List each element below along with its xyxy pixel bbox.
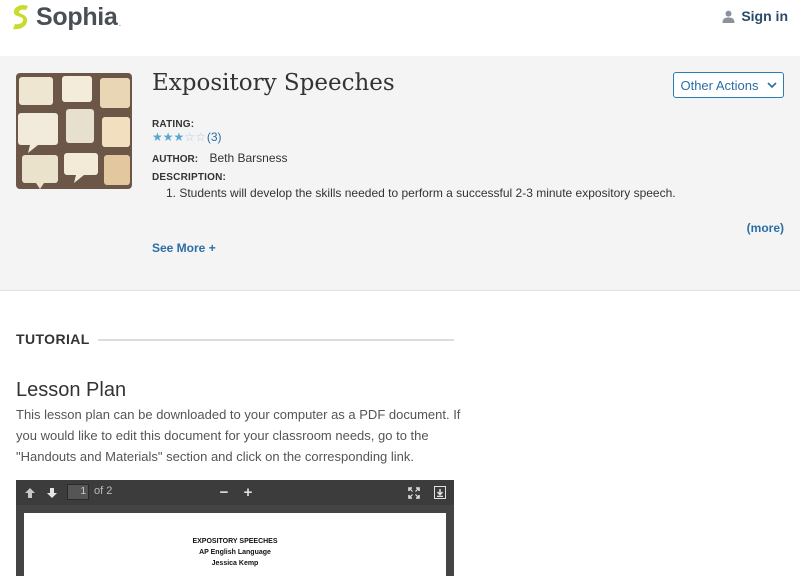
previous-page-button[interactable] [22, 484, 38, 501]
sign-in-label: Sign in [741, 8, 788, 24]
page-number-input[interactable]: 1 [67, 484, 89, 500]
author-row: AUTHOR: Beth Barsness [152, 151, 288, 165]
other-actions-dropdown[interactable]: Other Actions [673, 72, 784, 98]
pdf-page: EXPOSITORY SPEECHES AP English Language … [24, 513, 446, 576]
author-name: Beth Barsness [209, 151, 288, 165]
arrow-down-icon [47, 487, 57, 498]
download-button[interactable] [432, 484, 448, 501]
zoom-in-button[interactable]: + [240, 484, 256, 501]
pdf-viewer: 1 of 2 − + EXPOSITORY SPEECHES AP Englis… [16, 480, 454, 576]
fullscreen-icon [408, 486, 420, 499]
doc-author: Jessica Kemp [211, 560, 259, 567]
tutorial-summary-panel: Expository Speeches Other Actions RATING… [0, 56, 800, 291]
top-navbar: Sophia . Sign in [0, 0, 800, 56]
rating-count[interactable]: (3) [207, 130, 222, 144]
speech-bubbles-image [16, 73, 132, 189]
empty-star-icon: ☆ [184, 130, 196, 144]
doc-subtitle: AP English Language [199, 549, 271, 556]
rating-stars[interactable]: ★ ★ ★ ☆ ☆ (3) [152, 130, 222, 144]
chevron-down-icon [766, 81, 777, 88]
more-link[interactable]: (more) [747, 221, 784, 235]
description-text: 1. Students will develop the skills need… [166, 186, 676, 200]
pdf-toolbar: 1 of 2 − + [16, 480, 454, 505]
tutorial-thumbnail [16, 73, 132, 189]
author-label: AUTHOR: [152, 154, 199, 165]
empty-star-icon: ☆ [195, 130, 206, 144]
user-icon [722, 10, 735, 23]
fullscreen-button[interactable] [406, 484, 422, 501]
other-actions-label: Other Actions [680, 77, 759, 93]
half-star-icon: ★ [173, 130, 185, 144]
doc-title: EXPOSITORY SPEECHES [192, 538, 278, 545]
lesson-title: Lesson Plan [16, 379, 127, 401]
rating-label: RATING: [152, 119, 195, 130]
page-total: of 2 [94, 485, 113, 497]
download-icon [434, 486, 446, 499]
brand-name: Sophia [36, 3, 118, 31]
sophia-logo[interactable]: Sophia . [10, 3, 121, 31]
description-label: DESCRIPTION: [152, 172, 227, 183]
sign-in-link[interactable]: Sign in [722, 8, 788, 24]
section-divider [98, 339, 454, 341]
brand-mark: . [118, 17, 122, 29]
sophia-logo-icon [13, 5, 28, 30]
star-icon: ★ [162, 130, 174, 144]
section-heading: TUTORIAL [16, 331, 90, 347]
zoom-out-button[interactable]: − [216, 484, 232, 501]
tutorial-title: Expository Speeches [152, 70, 395, 96]
see-more-link[interactable]: See More + [152, 241, 216, 255]
lesson-description: This lesson plan can be downloaded to yo… [16, 407, 461, 464]
next-page-button[interactable] [44, 484, 60, 501]
arrow-up-icon [25, 487, 35, 498]
star-icon: ★ [152, 130, 163, 144]
